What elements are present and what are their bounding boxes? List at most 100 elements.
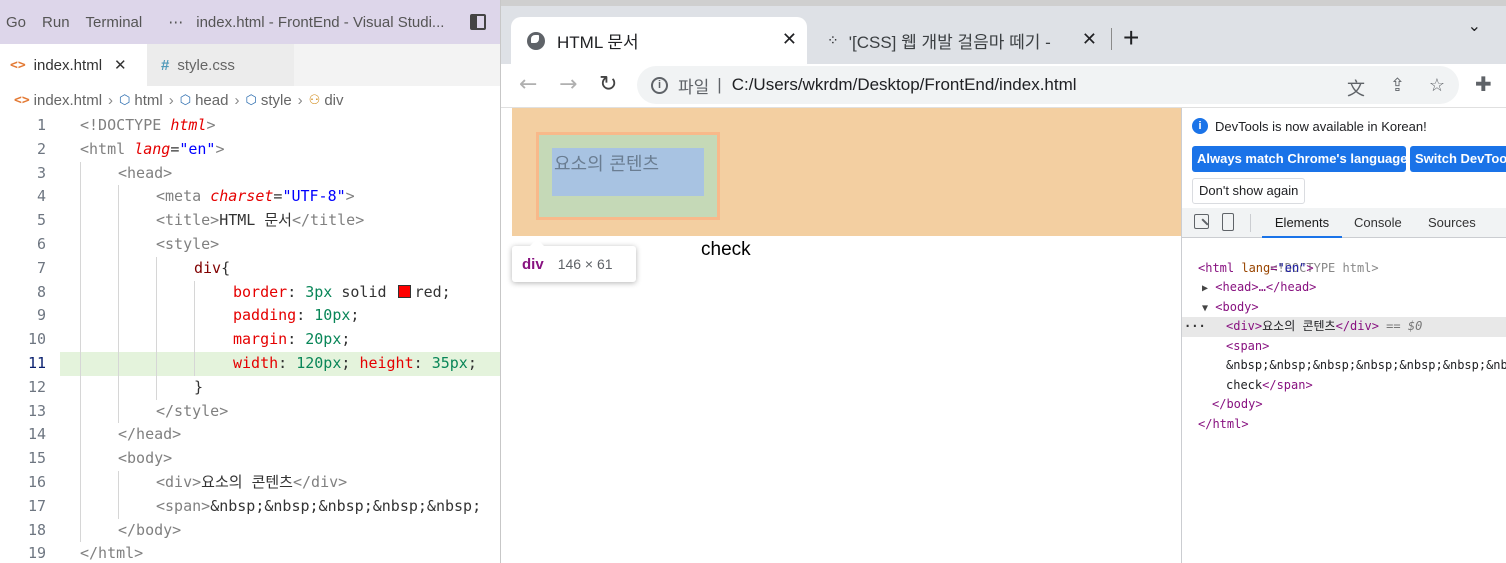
breadcrumb: <> index.html › ⬡ html › ⬡ head › ⬡ styl…	[0, 86, 500, 114]
translate-icon[interactable]: 文	[1347, 75, 1365, 101]
code-line: 14 </head>	[0, 423, 500, 448]
browser-tab-active[interactable]: HTML 문서 ✕	[511, 17, 807, 64]
tab-search-icon[interactable]: ⌄	[1468, 16, 1481, 35]
always-match-language-button[interactable]: Always match Chrome's language	[1192, 146, 1406, 172]
screen: Go Run Terminal ⋯ index.html - FrontEnd …	[0, 0, 1506, 563]
close-icon[interactable]: ✕	[1082, 29, 1097, 50]
dom-node[interactable]: ▼ <body>	[1182, 298, 1506, 318]
indent-guide	[80, 185, 81, 210]
code-line: 7 div{	[0, 256, 500, 281]
code-line: 3 <head>	[0, 161, 500, 186]
expand-arrow-icon[interactable]: ▶	[1202, 283, 1208, 294]
new-tab-button[interactable]: +	[1123, 22, 1139, 54]
code-token: 35px	[431, 353, 468, 372]
code-text: <style>	[156, 233, 219, 257]
inspect-tooltip: div 146 × 61	[512, 239, 636, 282]
menu-run[interactable]: Run	[34, 14, 78, 31]
inspect-element-icon[interactable]	[1194, 214, 1209, 229]
indent-guide	[118, 304, 119, 329]
code-token: :	[296, 306, 315, 325]
tab-style-css[interactable]: # style.css	[147, 44, 294, 86]
tab-console[interactable]: Console	[1354, 208, 1402, 238]
breadcrumb-html[interactable]: html	[134, 92, 162, 109]
code-token: =	[170, 139, 180, 158]
code-line: 8 border: 3px solid red;	[0, 280, 500, 305]
indent-guide	[156, 328, 157, 352]
address-bar[interactable]: i 파일 | C:/Users/wkrdm/Desktop/FrontEnd/i…	[637, 66, 1459, 104]
code-token: </style>	[156, 401, 229, 420]
menu-go[interactable]: Go	[0, 14, 34, 31]
dom-node[interactable]: </body>	[1182, 395, 1506, 415]
dom-node[interactable]: ▶ <head>…</head>	[1182, 278, 1506, 298]
dom-node[interactable]: <html lang="en">	[1182, 259, 1506, 279]
tab-sources[interactable]: Sources	[1428, 208, 1476, 238]
indent-guide	[118, 351, 119, 376]
code-token: ;	[341, 330, 351, 349]
indent-guide	[156, 375, 157, 400]
indent-guide	[156, 304, 157, 329]
toggle-sidebar-icon[interactable]	[470, 14, 486, 30]
code-token: "UTF-8"	[282, 187, 346, 206]
menu-terminal[interactable]: Terminal	[78, 14, 151, 31]
extensions-puzzle-icon[interactable]: ✚	[1475, 72, 1492, 96]
code-token: width	[233, 353, 279, 372]
code-text: border: 3px solid red;	[233, 281, 451, 305]
indent-guide	[80, 399, 81, 424]
code-token: 3px	[305, 282, 333, 301]
code-text: margin: 20px;	[233, 328, 350, 352]
forward-button[interactable]: →	[559, 72, 577, 97]
chevron-right-icon: ›	[108, 91, 114, 109]
collapse-arrow-icon[interactable]: ▼	[1202, 303, 1208, 314]
device-toolbar-icon[interactable]	[1222, 213, 1234, 231]
more-options-icon[interactable]: ···	[1184, 317, 1206, 337]
tab-elements[interactable]: Elements	[1262, 208, 1342, 238]
code-token: charset	[210, 187, 274, 206]
bookmark-star-icon[interactable]: ☆	[1429, 75, 1445, 96]
indent-guide	[80, 232, 81, 257]
dom-node[interactable]: <span>	[1182, 337, 1506, 357]
page-viewport: 요소의 콘텐츠 check div 146 × 61	[501, 108, 1181, 563]
code-text: <body>	[118, 447, 172, 471]
dom-node[interactable]: <!DOCTYPE html>	[1182, 239, 1506, 275]
breadcrumb-style[interactable]: style	[261, 92, 292, 109]
indent-guide	[80, 518, 81, 543]
chrome-window: HTML 문서 ✕ ⁘ '[CSS] 웹 개발 걸음마 떼기 - ✕ + ⌄ ←…	[500, 0, 1506, 563]
switch-devtools-language-button[interactable]: Switch DevTools to Korean	[1410, 146, 1506, 172]
menu-more-icon[interactable]: ⋯	[150, 13, 196, 31]
dont-show-again-button[interactable]: Don't show again	[1192, 178, 1306, 204]
line-number: 4	[36, 187, 46, 206]
line-number: 11	[0, 351, 60, 376]
code-token: <head>	[118, 163, 173, 182]
code-text: <head>	[118, 162, 172, 186]
share-icon[interactable]: ⇪	[1390, 75, 1405, 96]
browser-tab[interactable]: ⁘ '[CSS] 웹 개발 걸음마 떼기 - ✕	[817, 17, 1107, 64]
dom-eq: =	[1270, 260, 1278, 275]
dom-tag: >	[1306, 260, 1314, 275]
code-token: </title>	[291, 211, 365, 230]
color-swatch-icon[interactable]	[397, 284, 411, 298]
close-icon[interactable]: ✕	[114, 56, 127, 74]
indent-guide	[80, 423, 81, 448]
tab-index-html[interactable]: <> index.html ✕	[0, 44, 147, 86]
dom-node-selected[interactable]: ··· <div>요소의 콘텐츠</div> == $0	[1182, 317, 1506, 337]
reload-button[interactable]: ↻	[599, 72, 617, 97]
close-icon[interactable]: ✕	[782, 29, 797, 50]
breadcrumb-file[interactable]: index.html	[34, 92, 102, 109]
code-token: border	[233, 282, 288, 301]
code-token: padding	[233, 306, 297, 325]
dom-tag: <head>…</head>	[1215, 280, 1317, 294]
dom-node[interactable]: </html>	[1182, 415, 1506, 435]
code-text: <span>&nbsp;&nbsp;&nbsp;&nbsp;&nbsp;	[156, 495, 481, 519]
omnibox-separator: |	[717, 75, 722, 94]
indent-guide	[80, 470, 81, 495]
url-text[interactable]: C:/Users/wkrdm/Desktop/FrontEnd/index.ht…	[732, 75, 1077, 95]
code-editor[interactable]: 1 <!DOCTYPE html> 2 <html lang="en"> 3 <…	[0, 114, 500, 563]
breadcrumb-div[interactable]: div	[324, 92, 343, 109]
dom-node[interactable]: &nbsp;&nbsp;&nbsp;&nbsp;&nbsp;&nbsp;&nbs…	[1182, 356, 1506, 376]
breadcrumb-head[interactable]: head	[195, 92, 228, 109]
code-token: </html>	[80, 544, 144, 563]
indent-guide	[80, 280, 81, 305]
back-button[interactable]: ←	[519, 72, 537, 97]
info-icon[interactable]: i	[651, 76, 668, 94]
dom-node[interactable]: check</span>	[1182, 376, 1506, 396]
